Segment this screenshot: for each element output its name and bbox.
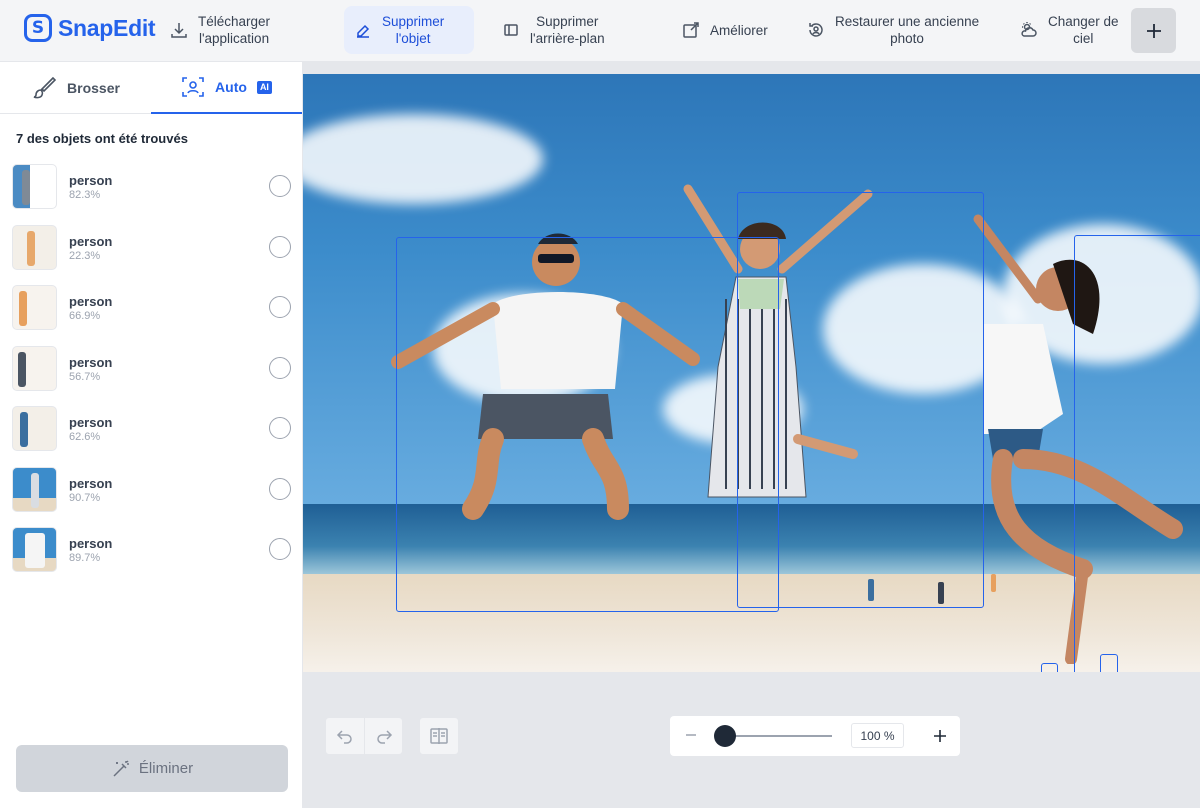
magic-wand-icon xyxy=(113,759,129,777)
zoom-out-button[interactable] xyxy=(680,724,702,746)
object-thumbnail xyxy=(12,285,57,330)
object-list: person 82.3% person 22.3% person 66.9% p… xyxy=(0,160,303,584)
tab-auto[interactable]: Auto AI xyxy=(151,62,302,114)
object-select-radio[interactable] xyxy=(269,175,291,197)
nav-change-sky-label: Changer de ciel xyxy=(1048,14,1119,46)
app-logo[interactable]: S SnapEdit xyxy=(24,12,156,44)
tab-auto-label: Auto xyxy=(215,79,247,95)
object-confidence: 89.7% xyxy=(69,552,101,564)
download-icon xyxy=(171,23,187,38)
zoom-out-icon xyxy=(686,734,696,736)
list-item[interactable]: person 62.6% xyxy=(0,402,303,463)
zoom-slider-handle[interactable] xyxy=(714,725,736,747)
object-select-radio[interactable] xyxy=(269,235,291,258)
object-thumbnail xyxy=(12,406,57,451)
object-thumbnail xyxy=(12,527,57,572)
canvas-area[interactable]: 100 % xyxy=(303,62,1200,808)
zoom-level[interactable]: 100 % xyxy=(851,723,904,748)
auto-detect-icon xyxy=(182,77,204,97)
nav-remove-object[interactable]: Supprimer l'objet xyxy=(344,6,474,54)
object-select-radio[interactable] xyxy=(269,296,291,318)
object-confidence: 66.9% xyxy=(69,310,101,322)
object-bounding-box[interactable] xyxy=(1074,235,1200,672)
snapedit-logo-icon: S xyxy=(24,14,52,42)
brush-icon xyxy=(33,76,57,99)
object-thumbnail xyxy=(12,466,57,512)
eliminate-button[interactable]: Éliminer xyxy=(16,745,288,792)
objects-found-count: 7 des objets ont été trouvés xyxy=(16,131,188,146)
object-thumbnail xyxy=(12,224,57,270)
object-label: person xyxy=(69,536,113,551)
object-select-radio[interactable] xyxy=(269,417,291,439)
object-bounding-box[interactable] xyxy=(737,192,984,608)
object-confidence: 22.3% xyxy=(69,249,101,262)
enhance-icon xyxy=(683,22,699,38)
compare-button[interactable] xyxy=(420,718,458,754)
object-bounding-box[interactable] xyxy=(1100,654,1118,672)
object-thumbnail xyxy=(12,164,57,209)
add-button[interactable] xyxy=(1131,8,1176,53)
distant-person xyxy=(991,574,996,592)
object-label: person xyxy=(69,415,113,430)
object-bounding-box[interactable] xyxy=(396,237,779,612)
object-label: person xyxy=(69,475,113,491)
nav-restore-photo-label: Restaurer une ancienne photo xyxy=(835,14,980,46)
object-select-radio[interactable] xyxy=(269,356,291,379)
tab-brush-label: Brosser xyxy=(67,80,120,96)
eliminate-button-label: Éliminer xyxy=(138,760,194,777)
redo-icon xyxy=(376,730,392,744)
background-remove-icon xyxy=(504,24,518,36)
list-item[interactable]: person 82.3% xyxy=(0,160,303,221)
zoom-slider-track[interactable] xyxy=(722,735,832,737)
zoom-in-button[interactable] xyxy=(928,724,952,748)
nav-change-sky[interactable]: Changer de ciel xyxy=(1010,6,1129,54)
undo-icon xyxy=(336,730,352,744)
nav-remove-background-label: Supprimer l'arrière-plan xyxy=(530,14,605,46)
compare-group xyxy=(419,717,459,755)
object-label: person xyxy=(69,173,113,188)
list-item[interactable]: person 22.3% xyxy=(0,221,303,282)
object-select-radio[interactable] xyxy=(269,538,291,560)
nav-remove-background[interactable]: Supprimer l'arrière-plan xyxy=(492,6,615,54)
zoom-controls: 100 % xyxy=(670,716,960,756)
zoom-in-icon xyxy=(934,730,946,742)
object-label: person xyxy=(69,294,113,309)
list-item[interactable]: person 56.7% xyxy=(0,342,303,403)
history-controls xyxy=(325,717,459,755)
list-item[interactable]: person 90.7% xyxy=(0,463,303,524)
nav-remove-object-label: Supprimer l'objet xyxy=(382,14,445,46)
eraser-icon xyxy=(357,24,370,38)
object-bounding-box[interactable] xyxy=(1041,663,1058,672)
undo-redo-group xyxy=(325,717,403,755)
tab-brush[interactable]: Brosser xyxy=(0,62,151,114)
nav-enhance[interactable]: Améliorer xyxy=(672,6,778,54)
object-select-radio[interactable] xyxy=(269,477,291,500)
sidebar: Brosser Auto AI 7 des objets ont été tro… xyxy=(0,62,303,808)
nav-restore-photo[interactable]: Restaurer une ancienne photo xyxy=(797,6,989,54)
list-item[interactable]: person 66.9% xyxy=(0,281,303,342)
object-thumbnail xyxy=(12,345,57,391)
restore-photo-icon xyxy=(809,23,823,37)
object-confidence: 62.6% xyxy=(69,431,101,443)
sky-icon xyxy=(1021,22,1037,37)
undo-button[interactable] xyxy=(326,718,364,754)
nav-enhance-label: Améliorer xyxy=(710,22,768,38)
object-label: person xyxy=(69,233,113,249)
object-confidence: 56.7% xyxy=(69,370,101,383)
plus-icon xyxy=(1146,23,1161,38)
object-label: person xyxy=(69,354,113,370)
nav-download-app-label: Télécharger l'application xyxy=(198,14,271,46)
ai-badge: AI xyxy=(256,80,272,94)
nav-download-app[interactable]: Télécharger l'application xyxy=(160,6,280,54)
photo xyxy=(303,74,1200,672)
object-confidence: 82.3% xyxy=(69,189,101,201)
compare-icon xyxy=(430,728,448,744)
mode-tabs: Brosser Auto AI xyxy=(0,62,302,114)
redo-button[interactable] xyxy=(364,718,402,754)
object-confidence: 90.7% xyxy=(69,491,101,504)
list-item[interactable]: person 89.7% xyxy=(0,523,303,584)
app-name: SnapEdit xyxy=(58,14,156,41)
top-bar: S SnapEdit Télécharger l'application Sup… xyxy=(0,0,1200,62)
